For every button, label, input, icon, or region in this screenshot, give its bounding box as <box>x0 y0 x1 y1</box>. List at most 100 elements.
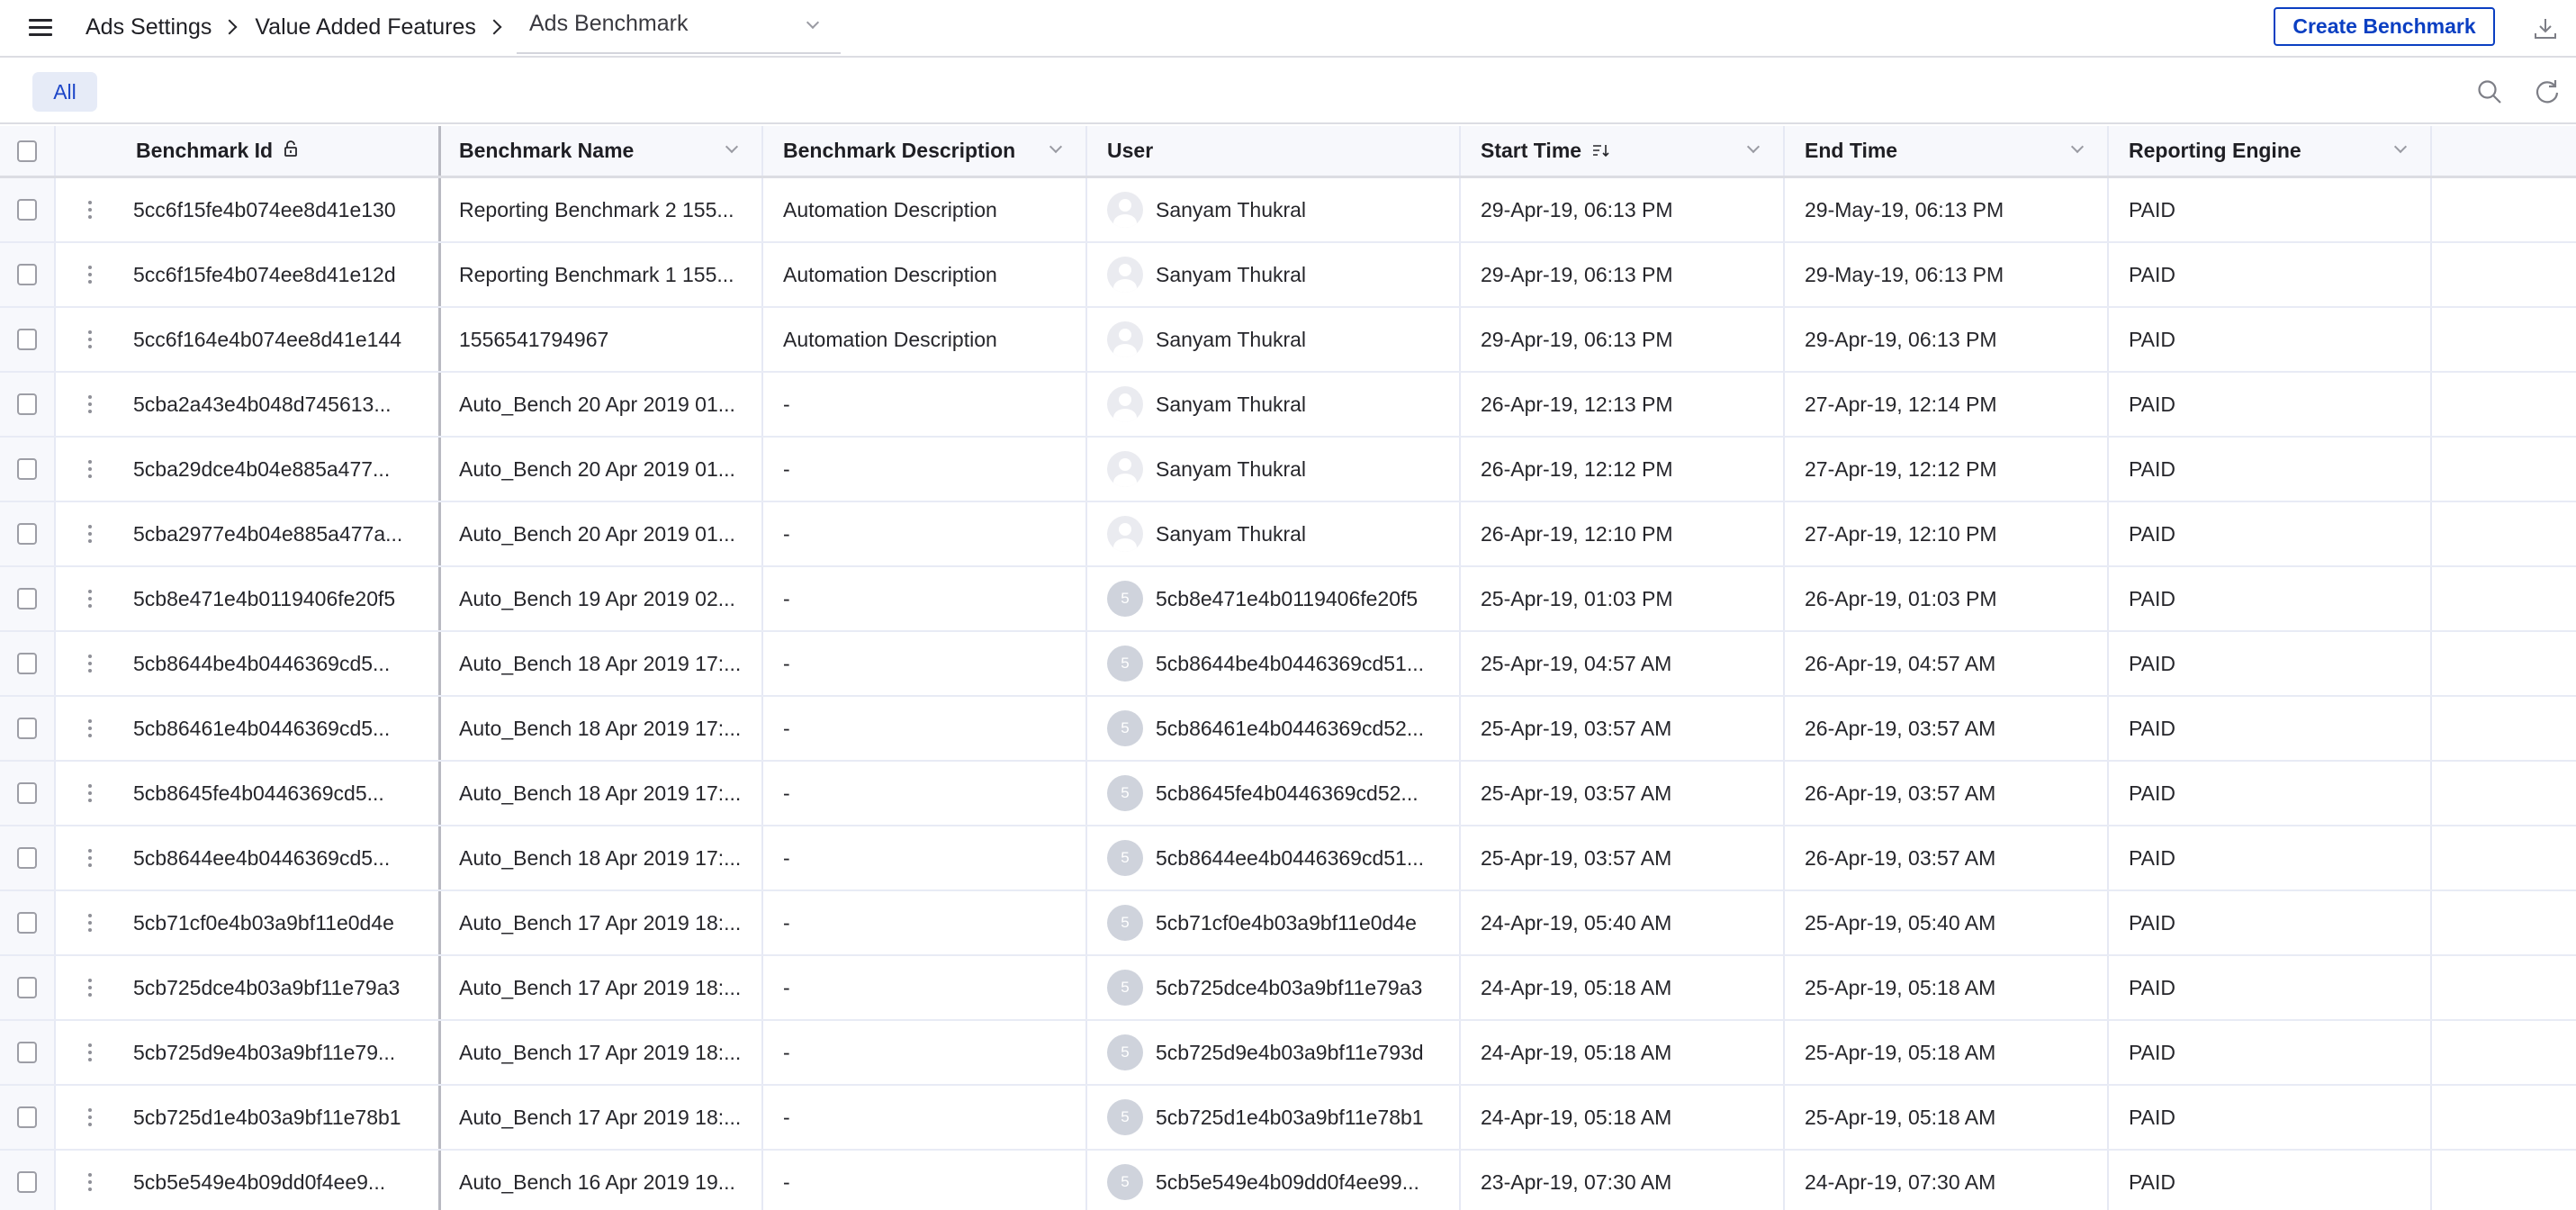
chevron-down-icon[interactable] <box>1049 140 1063 154</box>
row-actions-kebab-icon[interactable] <box>72 905 108 941</box>
table-row[interactable]: 5cb8644be4b0446369cd5... Auto_Bench 18 A… <box>0 632 2576 697</box>
row-checkbox[interactable] <box>17 782 37 804</box>
benchmark-description: Automation Description <box>783 197 997 221</box>
row-checkbox[interactable] <box>17 199 37 221</box>
chevron-down-icon[interactable] <box>725 140 739 154</box>
user-cell: 5 5cb8645fe4b0446369cd52... <box>1087 762 1461 825</box>
benchmark-description-cell: - <box>763 632 1087 695</box>
row-actions-kebab-icon[interactable] <box>72 710 108 746</box>
row-checkbox[interactable] <box>17 523 37 545</box>
benchmark-id[interactable]: 5cb8645fe4b0446369cd5... <box>133 781 384 806</box>
table-row[interactable]: 5cb725d1e4b03a9bf11e78b1 Auto_Bench 17 A… <box>0 1086 2576 1151</box>
row-checkbox[interactable] <box>17 329 37 350</box>
header-benchmark-name[interactable]: Benchmark Name <box>441 126 763 176</box>
row-actions-kebab-icon[interactable] <box>72 1034 108 1070</box>
header-user[interactable]: User <box>1087 126 1461 176</box>
table-row[interactable]: 5cb725dce4b03a9bf11e79a3 Auto_Bench 17 A… <box>0 956 2576 1021</box>
end-time: 24-Apr-19, 07:30 AM <box>1805 1169 1996 1194</box>
row-actions-kebab-icon[interactable] <box>72 581 108 617</box>
breadcrumb-ads-settings[interactable]: Ads Settings <box>86 14 212 41</box>
benchmark-id[interactable]: 5cb725dce4b03a9bf11e79a3 <box>133 976 400 1000</box>
row-actions-kebab-icon[interactable] <box>72 646 108 682</box>
table-row[interactable]: 5cb8644ee4b0446369cd5... Auto_Bench 18 A… <box>0 826 2576 891</box>
row-actions-kebab-icon[interactable] <box>72 451 108 487</box>
benchmark-id[interactable]: 5cc6f15fe4b074ee8d41e130 <box>133 198 396 222</box>
row-checkbox[interactable] <box>17 912 37 934</box>
row-checkbox[interactable] <box>17 393 37 415</box>
benchmark-id[interactable]: 5cba29dce4b04e885a477... <box>133 457 390 482</box>
benchmark-id[interactable]: 5cb725d9e4b03a9bf11e79... <box>133 1041 395 1065</box>
benchmark-id[interactable]: 5cba2a43e4b048d745613... <box>133 393 392 417</box>
table-row[interactable]: 5cba2a43e4b048d745613... Auto_Bench 20 A… <box>0 373 2576 438</box>
header-start-time[interactable]: Start Time <box>1461 126 1785 176</box>
benchmark-id[interactable]: 5cc6f164e4b074ee8d41e144 <box>133 328 401 352</box>
benchmark-id[interactable]: 5cb8644ee4b0446369cd5... <box>133 846 390 871</box>
table-row[interactable]: 5cb8645fe4b0446369cd5... Auto_Bench 18 A… <box>0 762 2576 826</box>
row-checkbox[interactable] <box>17 977 37 998</box>
row-checkbox[interactable] <box>17 588 37 610</box>
benchmark-description-cell: - <box>763 697 1087 760</box>
table-row[interactable]: 5cb86461e4b0446369cd5... Auto_Bench 18 A… <box>0 697 2576 762</box>
breadcrumb-value-added-features[interactable]: Value Added Features <box>255 14 476 41</box>
row-checkbox[interactable] <box>17 653 37 674</box>
header-end-time[interactable]: End Time <box>1785 126 2109 176</box>
sort-descending-icon[interactable] <box>1592 139 1610 163</box>
reporting-engine-cell: PAID <box>2109 1021 2432 1084</box>
chevron-down-icon[interactable] <box>1746 140 1761 154</box>
benchmark-id[interactable]: 5cb8644be4b0446369cd5... <box>133 652 390 676</box>
row-checkbox[interactable] <box>17 264 37 285</box>
row-actions-kebab-icon[interactable] <box>72 970 108 1006</box>
filter-chip-all[interactable]: All <box>32 72 97 112</box>
select-all-checkbox[interactable] <box>17 140 37 162</box>
search-icon[interactable] <box>2473 76 2506 108</box>
row-actions-kebab-icon[interactable] <box>72 840 108 876</box>
benchmark-id[interactable]: 5cb725d1e4b03a9bf11e78b1 <box>133 1106 401 1130</box>
table-row[interactable]: 5cba2977e4b04e885a477a... Auto_Bench 20 … <box>0 502 2576 567</box>
row-checkbox[interactable] <box>17 1106 37 1128</box>
benchmark-id[interactable]: 5cc6f15fe4b074ee8d41e12d <box>133 263 396 287</box>
benchmark-id[interactable]: 5cb71cf0e4b03a9bf11e0d4e <box>133 911 394 935</box>
row-actions-kebab-icon[interactable] <box>72 1099 108 1135</box>
row-select-cell <box>0 567 56 630</box>
end-time: 27-Apr-19, 12:12 PM <box>1805 456 1997 481</box>
header-benchmark-description[interactable]: Benchmark Description <box>763 126 1087 176</box>
chevron-down-icon[interactable] <box>2070 140 2085 154</box>
row-checkbox[interactable] <box>17 847 37 869</box>
header-reporting-engine[interactable]: Reporting Engine <box>2109 126 2432 176</box>
row-actions-kebab-icon[interactable] <box>72 386 108 422</box>
table-row[interactable]: 5cba29dce4b04e885a477... Auto_Bench 20 A… <box>0 438 2576 502</box>
row-checkbox[interactable] <box>17 1171 37 1193</box>
row-actions-kebab-icon[interactable] <box>72 192 108 228</box>
end-time-cell: 24-Apr-19, 07:30 AM <box>1785 1151 2109 1210</box>
start-time: 26-Apr-19, 12:13 PM <box>1481 392 1673 416</box>
row-actions-kebab-icon[interactable] <box>72 516 108 552</box>
table-row[interactable]: 5cc6f15fe4b074ee8d41e12d Reporting Bench… <box>0 243 2576 308</box>
benchmark-id[interactable]: 5cb8e471e4b0119406fe20f5 <box>133 587 395 611</box>
page-select-dropdown[interactable]: Ads Benchmark <box>517 0 841 54</box>
row-checkbox[interactable] <box>17 1042 37 1063</box>
row-checkbox[interactable] <box>17 718 37 739</box>
create-benchmark-button[interactable]: Create Benchmark <box>2274 7 2495 46</box>
table-row[interactable]: 5cb8e471e4b0119406fe20f5 Auto_Bench 19 A… <box>0 567 2576 632</box>
benchmark-id[interactable]: 5cb5e549e4b09dd0f4ee9... <box>133 1170 385 1195</box>
row-checkbox[interactable] <box>17 458 37 480</box>
benchmark-description-cell: - <box>763 502 1087 565</box>
table-row[interactable]: 5cc6f15fe4b074ee8d41e130 Reporting Bench… <box>0 178 2576 243</box>
row-actions-kebab-icon[interactable] <box>72 1164 108 1200</box>
table-row[interactable]: 5cb71cf0e4b03a9bf11e0d4e Auto_Bench 17 A… <box>0 891 2576 956</box>
benchmark-description: - <box>783 586 790 610</box>
benchmark-id[interactable]: 5cba2977e4b04e885a477a... <box>133 522 402 546</box>
row-actions-kebab-icon[interactable] <box>72 321 108 357</box>
refresh-icon[interactable] <box>2531 76 2563 108</box>
chevron-down-icon[interactable] <box>2393 140 2408 154</box>
header-benchmark-id[interactable]: Benchmark Id <box>56 126 441 176</box>
table-row[interactable]: 5cb5e549e4b09dd0f4ee9... Auto_Bench 16 A… <box>0 1151 2576 1210</box>
table-row[interactable]: 5cb725d9e4b03a9bf11e79... Auto_Bench 17 … <box>0 1021 2576 1086</box>
hamburger-menu-icon[interactable] <box>29 16 52 38</box>
row-actions-kebab-icon[interactable] <box>72 775 108 811</box>
benchmark-id[interactable]: 5cb86461e4b0446369cd5... <box>133 717 390 741</box>
header-label: Reporting Engine <box>2129 139 2301 162</box>
row-actions-kebab-icon[interactable] <box>72 257 108 293</box>
download-icon[interactable] <box>2529 13 2562 45</box>
table-row[interactable]: 5cc6f164e4b074ee8d41e144 1556541794967 A… <box>0 308 2576 373</box>
